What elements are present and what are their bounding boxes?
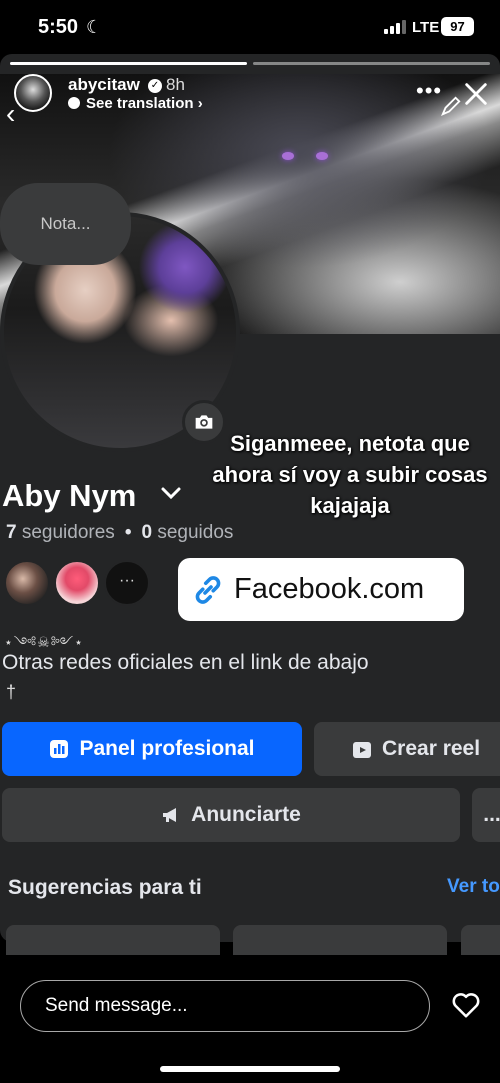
see-translation-link[interactable]: See translation › [68, 95, 203, 112]
profile-name: Aby Nym [2, 478, 137, 513]
link-icon [195, 575, 221, 604]
suggestion-card[interactable] [6, 925, 220, 955]
chart-icon [50, 740, 69, 758]
following-label[interactable]: seguidos [157, 522, 233, 543]
friend-avatar[interactable] [4, 560, 50, 606]
note-bubble[interactable]: Nota... [0, 183, 131, 265]
create-reel-button[interactable]: Crear reel [314, 722, 500, 776]
suggestion-card[interactable] [461, 925, 500, 955]
suggestions-title: Sugerencias para ti [8, 876, 202, 899]
back-arrow-icon[interactable]: ‹ [6, 98, 15, 130]
followers-count[interactable]: 7 [6, 522, 17, 543]
advertise-button[interactable]: Anunciarte [2, 788, 460, 842]
more-actions-button[interactable]: ... [472, 788, 500, 842]
network-label: LTE [412, 19, 440, 36]
cover-eyes [282, 152, 342, 166]
link-sticker[interactable]: Facebook.com [178, 558, 464, 621]
story-time-ago: 8h [166, 75, 185, 94]
battery-icon: 97 [441, 17, 474, 36]
story-caption: Siganmeee, netota que ahora sí voy a sub… [212, 431, 488, 518]
see-all-link[interactable]: Ver to [447, 876, 500, 898]
see-translation-label: See translation [86, 95, 194, 112]
follow-stats: 7 seguidores • 0 seguidos [6, 522, 233, 544]
verified-icon: ✓ [148, 79, 162, 93]
followers-label[interactable]: seguidores [22, 522, 115, 543]
heart-icon[interactable] [451, 990, 481, 1020]
megaphone-icon [163, 808, 177, 822]
advertise-label: Anunciarte [191, 803, 301, 826]
friend-avatar[interactable] [54, 560, 100, 606]
story-progress-2 [253, 62, 490, 65]
more-actions-label: ... [483, 803, 500, 826]
story-progress-1 [10, 62, 247, 65]
close-icon[interactable] [462, 80, 490, 108]
professional-dashboard-label: Panel profesional [79, 737, 255, 760]
home-indicator [160, 1066, 340, 1072]
professional-dashboard-button[interactable]: Panel profesional [2, 722, 302, 776]
translation-icon [68, 97, 80, 109]
suggestion-card[interactable] [233, 925, 447, 955]
status-bar: 5:50 ☾ LTE 97 [0, 0, 500, 54]
send-message-input[interactable]: Send message... [20, 980, 430, 1032]
create-reel-label: Crear reel [382, 737, 481, 760]
friends-avatars[interactable]: ··· [4, 560, 154, 608]
bio-symbol: † [6, 682, 17, 702]
bio-text: Otras redes oficiales en el link de abaj… [2, 651, 369, 674]
stats-separator: • [124, 522, 132, 543]
reel-icon [353, 742, 371, 758]
signal-icon [384, 20, 406, 34]
story-username[interactable]: abycitaw [68, 75, 140, 95]
chevron-right-icon: › [197, 95, 203, 112]
link-text: Facebook.com [234, 573, 425, 605]
chevron-down-icon[interactable] [160, 484, 182, 502]
friend-avatar-more[interactable]: ··· [104, 560, 150, 606]
status-time: 5:50 [38, 16, 79, 38]
story-author-avatar[interactable] [14, 74, 52, 112]
following-count[interactable]: 0 [141, 522, 152, 543]
pencil-icon[interactable] [440, 95, 462, 117]
moon-icon: ☾ [86, 17, 103, 37]
more-icon[interactable]: ••• [416, 78, 442, 104]
